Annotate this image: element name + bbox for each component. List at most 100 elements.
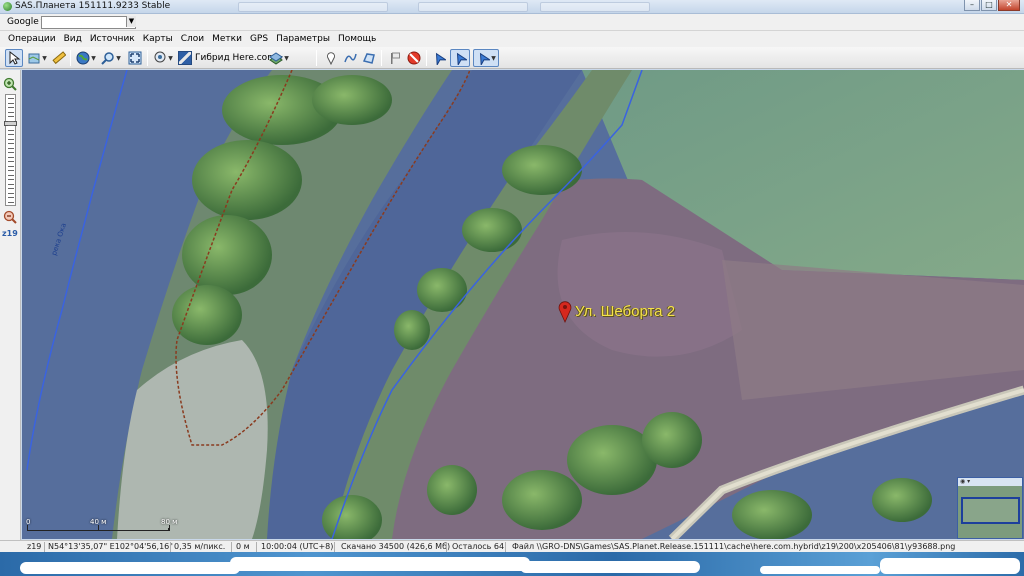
menu-gps[interactable]: GPS	[246, 31, 272, 47]
path-icon	[344, 53, 357, 63]
placemark-label[interactable]: Ул. Шеборта 2	[575, 303, 675, 320]
map-source-label: Гибрид Here.com	[195, 53, 276, 63]
status-altitude: 0 м	[236, 542, 250, 551]
satellite-imagery	[22, 70, 1024, 539]
zoom-in-icon[interactable]	[3, 77, 17, 91]
add-path-button[interactable]	[341, 49, 359, 67]
status-file-path: Файл \\GRO-DNS\Games\SAS.Planet.Release.…	[512, 542, 956, 551]
placemark-pin-icon	[327, 52, 335, 65]
select-tool-button[interactable]	[5, 49, 23, 67]
title-bar: SAS.Планета 151111.9233 Stable – □ ✕	[0, 0, 1024, 14]
window-controls: – □ ✕	[964, 0, 1020, 12]
chevron-down-icon: ▼	[491, 54, 496, 62]
scale-bar: 0 40 м 80 м	[24, 511, 194, 533]
menu-layers[interactable]: Слои	[177, 31, 208, 47]
overlay-layer-button[interactable]: ▼	[266, 49, 292, 67]
menu-view[interactable]: Вид	[60, 31, 86, 47]
layers-tool-button[interactable]: ▼	[25, 49, 49, 67]
background-tab	[418, 2, 528, 12]
redacted-area	[20, 562, 240, 574]
chevron-down-icon: ▼	[126, 16, 136, 27]
add-placemark-button[interactable]	[322, 49, 340, 67]
search-input[interactable]	[41, 16, 136, 29]
map-layers-icon	[28, 53, 40, 64]
maximize-button[interactable]: □	[981, 0, 997, 11]
menu-marks[interactable]: Метки	[208, 31, 246, 47]
zoom-slider-tick	[8, 125, 14, 127]
toolbar-separator	[381, 50, 382, 66]
map-view[interactable]: река Ока Ул. Шеборта 2 0 40 м 80 м ◉ ▾	[22, 70, 1024, 539]
menu-operations[interactable]: Операции	[4, 31, 60, 47]
zoom-slider-tick	[8, 179, 14, 181]
zoom-slider-tick	[8, 147, 14, 149]
minimize-button[interactable]: –	[964, 0, 980, 11]
search-dropdown[interactable]: ▼	[126, 16, 136, 29]
minimap-viewport[interactable]	[961, 497, 1020, 524]
gps-center-button[interactable]	[450, 49, 470, 67]
globe-tool-button[interactable]: ▼	[74, 49, 98, 67]
gps-tool-button[interactable]: ▼	[151, 49, 175, 67]
gps-arrow-icon	[456, 52, 467, 65]
zoom-slider[interactable]	[4, 94, 17, 206]
magnifier-icon	[101, 52, 114, 65]
fullscreen-icon	[128, 51, 142, 65]
stop-button[interactable]	[405, 49, 423, 67]
zoom-slider-tick	[8, 143, 14, 145]
menu-maps[interactable]: Карты	[139, 31, 177, 47]
scale-label-40: 40 м	[90, 518, 107, 526]
toolbar-separator	[147, 50, 148, 66]
zoom-slider-tick	[8, 111, 14, 113]
zoom-slider-tick	[8, 107, 14, 109]
toolbar-separator	[426, 50, 427, 66]
menu-source[interactable]: Источник	[86, 31, 139, 47]
gps-follow-button[interactable]: ▼	[473, 49, 499, 67]
gps-track-button[interactable]	[430, 49, 448, 67]
zoom-slider-tick	[8, 188, 14, 190]
flag-icon	[391, 52, 400, 64]
ruler-tool-button[interactable]	[50, 49, 68, 67]
close-button[interactable]: ✕	[998, 0, 1020, 11]
search-source-label: Google	[7, 17, 39, 27]
scale-label-80: 80 м	[161, 518, 178, 526]
redacted-area	[230, 557, 530, 571]
status-separator	[505, 542, 506, 552]
chevron-down-icon: ▼	[42, 54, 47, 62]
ruler-icon	[52, 51, 66, 65]
add-polygon-button[interactable]	[360, 49, 378, 67]
zoom-tool-button[interactable]: ▼	[99, 49, 123, 67]
app-icon	[3, 2, 12, 11]
hybrid-map-icon	[178, 51, 192, 65]
minimap[interactable]: ◉ ▾	[957, 477, 1023, 539]
zoom-slider-tick	[8, 165, 14, 167]
zoom-level-label: z19	[2, 229, 18, 238]
window-title: SAS.Планета 151111.9233 Stable	[15, 1, 171, 11]
zoom-slider-tick	[8, 134, 14, 136]
status-separator	[256, 542, 257, 552]
zoom-out-icon[interactable]	[3, 210, 17, 224]
zoom-slider-tick	[8, 116, 14, 118]
menu-settings[interactable]: Параметры	[272, 31, 334, 47]
overlay-layer-icon	[269, 52, 284, 65]
flag-button[interactable]	[386, 49, 404, 67]
zoom-slider-tick	[8, 129, 14, 131]
zoom-slider-tick	[8, 138, 14, 140]
polygon-icon	[362, 53, 375, 64]
minimap-header[interactable]: ◉ ▾	[958, 478, 1022, 486]
zoom-slider-tick	[8, 183, 14, 185]
taskbar	[0, 552, 1024, 576]
menu-bar: Операции Вид Источник Карты Слои Метки G…	[0, 31, 1024, 47]
zoom-slider-tick	[8, 202, 14, 203]
status-separator	[44, 542, 45, 552]
cursor-arrow-icon	[9, 51, 21, 65]
status-separator	[334, 542, 335, 552]
zoom-slider-tick	[8, 152, 14, 154]
status-downloaded: Скачано 34500 (426,6 Мб)	[341, 542, 451, 551]
chevron-down-icon: ▼	[116, 54, 121, 62]
status-separator	[170, 542, 171, 552]
zoom-slider-tick	[8, 192, 14, 194]
zoom-slider-tick	[8, 102, 14, 104]
menu-help[interactable]: Помощь	[334, 31, 380, 47]
zoom-slider-tick	[8, 170, 14, 172]
globe-icon	[76, 51, 90, 65]
fullscreen-button[interactable]	[126, 49, 144, 67]
